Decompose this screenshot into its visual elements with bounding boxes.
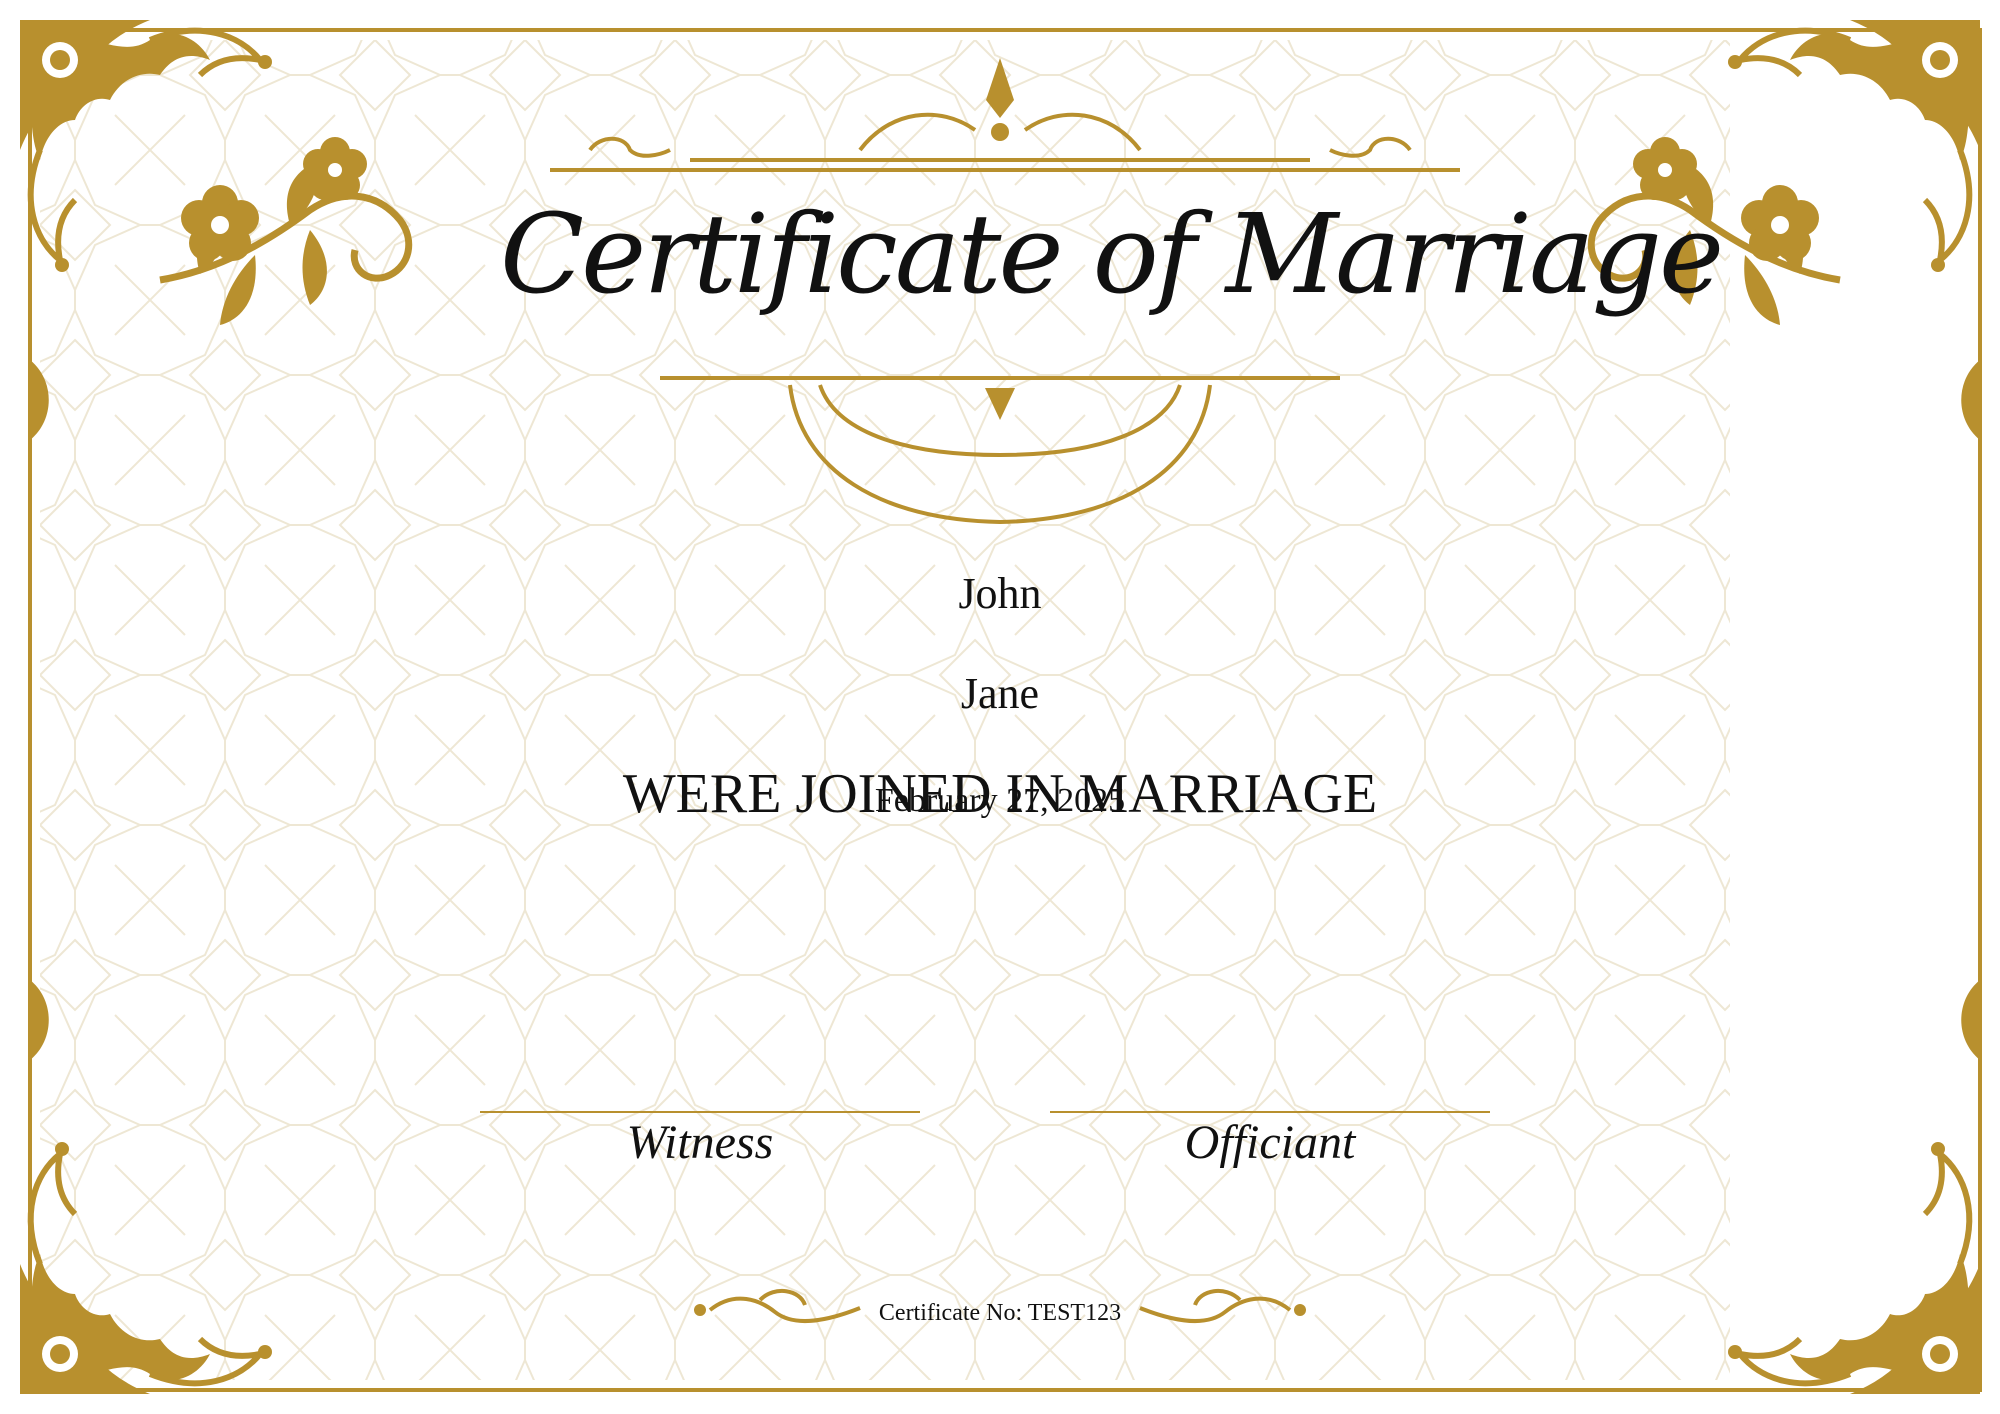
officiant-label: Officiant — [1184, 1116, 1356, 1169]
certificate-title: Certificate of Marriage — [500, 190, 1724, 318]
groom-name: John — [958, 569, 1042, 618]
witness-label: Witness — [626, 1116, 774, 1169]
bride-name: Jane — [960, 669, 1040, 718]
marriage-date: February 27, 2025 — [874, 782, 1126, 819]
certificate-number: Certificate No: TEST123 — [878, 1300, 1122, 1326]
certificate-page: Certificate of Marriage John Jane WERE J… — [0, 0, 2000, 1414]
